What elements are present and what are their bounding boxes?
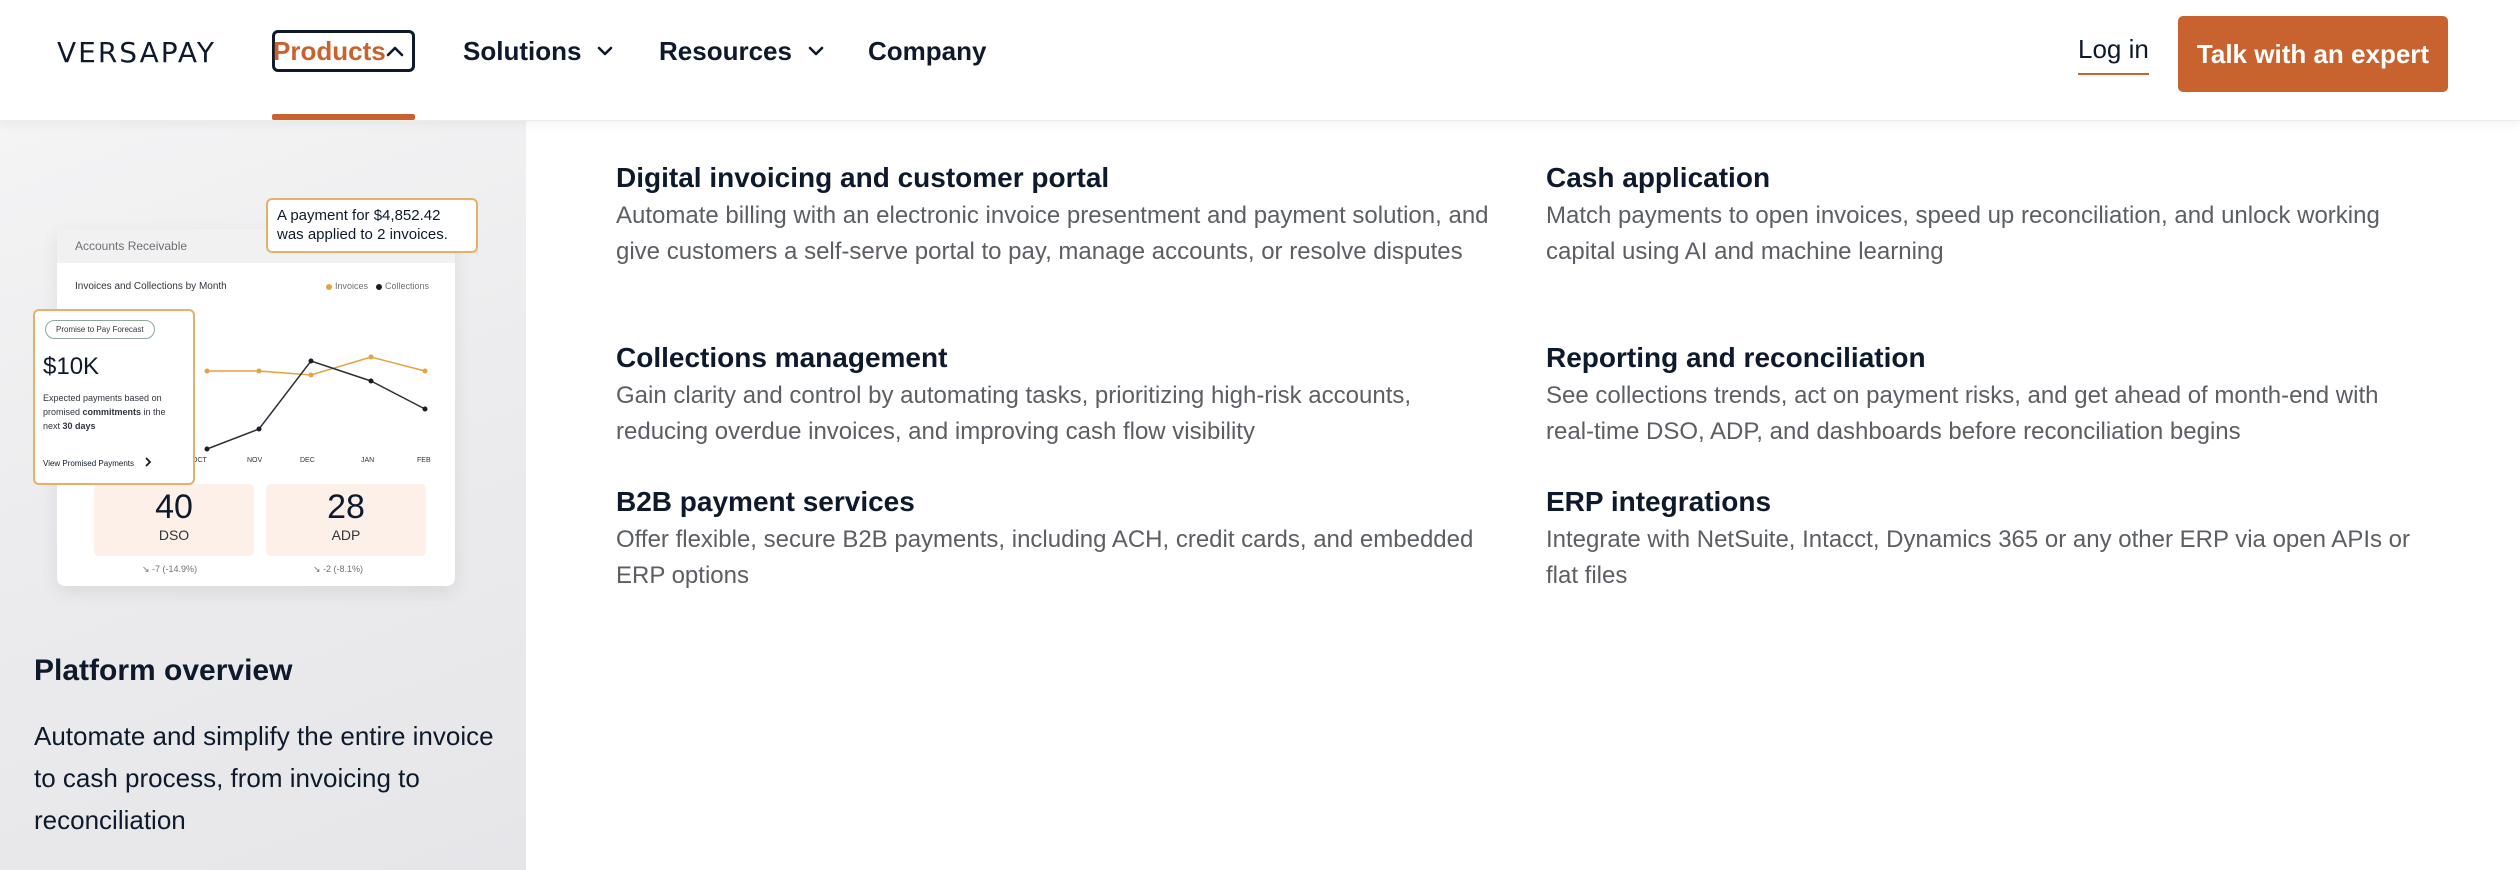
month-label: NOV	[247, 457, 263, 464]
popup-line-2: was applied to 2 invoices.	[277, 226, 448, 243]
nav-resources-label: Resources	[659, 35, 792, 66]
payment-applied-popup: A payment for $4,852.42 was applied to 2…	[266, 198, 478, 253]
collections-point	[204, 446, 210, 452]
nav-products[interactable]: Products	[272, 30, 415, 72]
product-cash-application[interactable]: Cash application Match payments to open …	[1546, 160, 2426, 270]
forecast-pill: Promise to Pay Forecast	[45, 320, 155, 339]
month-label: DEC	[300, 457, 315, 464]
collections-point	[368, 378, 374, 384]
invoices-point	[308, 372, 314, 378]
chevron-down-icon	[595, 41, 615, 61]
product-description: Automate billing with an electronic invo…	[616, 202, 1489, 265]
promise-to-pay-card: Promise to Pay Forecast $10K Expected pa…	[33, 309, 195, 485]
chevron-up-icon	[386, 41, 404, 61]
product-erp-integrations[interactable]: ERP integrations Integrate with NetSuite…	[1546, 484, 2426, 594]
dso-stat: 40 DSO	[94, 484, 254, 556]
product-title: Reporting and reconciliation	[1546, 342, 1926, 373]
product-description: Gain clarity and control by automating t…	[616, 382, 1412, 445]
nav-company[interactable]: Company	[868, 30, 986, 72]
site-header: VERSAPAY Products Solutions Resources Co…	[0, 0, 2520, 121]
product-description: See collections trends, act on payment r…	[1546, 382, 2379, 445]
product-description: Integrate with NetSuite, Intacct, Dynami…	[1546, 526, 2410, 589]
nav-solutions-label: Solutions	[463, 35, 582, 66]
nav-active-indicator	[272, 114, 415, 120]
invoices-point	[422, 368, 428, 374]
forecast-amount: $10K	[43, 353, 100, 380]
chevron-right-icon	[144, 457, 152, 469]
adp-value: 28	[327, 488, 365, 526]
product-reporting-reconciliation[interactable]: Reporting and reconciliation See collect…	[1546, 340, 2426, 450]
product-collections-management[interactable]: Collections management Gain clarity and …	[616, 340, 1496, 450]
chevron-down-icon	[806, 41, 826, 61]
month-label: JAN	[361, 457, 375, 464]
platform-overview-description: Automate and simplify the entire invoice…	[34, 721, 494, 835]
versapay-logo[interactable]: VERSAPAY	[57, 36, 216, 69]
popup-line-1: A payment for $4,852.42	[277, 207, 441, 224]
forecast-description: Expected payments based on promised comm…	[43, 393, 166, 431]
product-description: Match payments to open invoices, speed u…	[1546, 202, 2380, 265]
product-digital-invoicing[interactable]: Digital invoicing and customer portal Au…	[616, 160, 1506, 270]
product-title: Digital invoicing and customer portal	[616, 162, 1110, 193]
collections-point	[422, 406, 428, 412]
dso-value: 40	[155, 488, 193, 526]
adp-stat: 28 ADP	[266, 484, 426, 556]
product-title: Collections management	[616, 342, 948, 373]
talk-with-expert-button[interactable]: Talk with an expert	[2178, 16, 2448, 92]
forecast-link-label: View Promised Payments	[43, 458, 134, 468]
collections-point	[308, 358, 314, 364]
product-title: Cash application	[1546, 162, 1771, 193]
view-promised-payments-link: View Promised Payments	[43, 457, 185, 469]
product-title: B2B payment services	[616, 486, 915, 517]
login-link[interactable]: Log in	[2078, 34, 2149, 75]
nav-company-label: Company	[868, 35, 987, 66]
adp-label: ADP	[331, 527, 361, 543]
invoices-series-line	[207, 356, 426, 376]
invoices-point	[368, 354, 374, 360]
product-title: ERP integrations	[1546, 486, 1772, 517]
nav-products-label: Products	[273, 35, 386, 66]
nav-resources[interactable]: Resources	[659, 30, 826, 72]
product-b2b-payment-services[interactable]: B2B payment services Offer flexible, sec…	[616, 484, 1496, 594]
platform-overview-panel[interactable]: Accounts Receivable Invoices and Collect…	[0, 121, 526, 870]
nav-solutions[interactable]: Solutions	[463, 30, 615, 72]
adp-delta: ↘ -2 (-8.1%)	[313, 564, 364, 574]
collections-point	[256, 426, 262, 432]
dso-label: DSO	[158, 527, 190, 543]
invoices-point	[256, 368, 262, 374]
invoices-point	[204, 368, 210, 374]
platform-overview-title: Platform overview	[34, 654, 293, 687]
month-label: FEB	[417, 457, 431, 464]
dso-delta: ↘ -7 (-14.9%)	[142, 564, 198, 574]
product-description: Offer flexible, secure B2B payments, inc…	[616, 526, 1474, 589]
